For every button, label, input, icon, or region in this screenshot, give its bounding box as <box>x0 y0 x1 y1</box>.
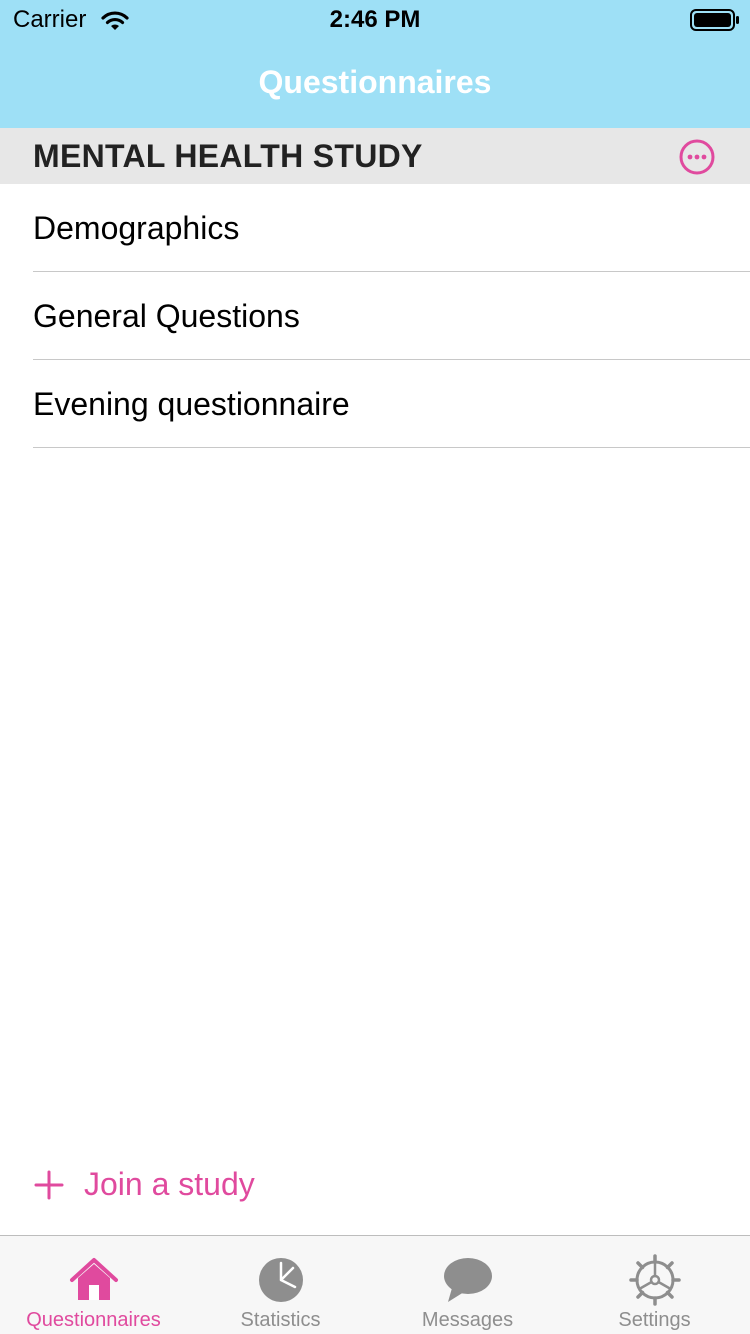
navigation-bar: Questionnaires <box>0 40 750 128</box>
status-bar: Carrier 2:46 PM <box>0 0 750 40</box>
more-options-button[interactable] <box>678 138 716 176</box>
tab-messages[interactable]: Messages <box>374 1236 561 1334</box>
questionnaire-item-demographics[interactable]: Demographics <box>0 184 750 272</box>
tab-statistics[interactable]: Statistics <box>187 1236 374 1334</box>
study-section-header: MENTAL HEALTH STUDY <box>0 128 750 184</box>
join-study-button[interactable]: Join a study <box>30 1160 290 1208</box>
divider <box>33 447 750 448</box>
tab-label: Messages <box>421 1309 514 1331</box>
questionnaire-label: Evening questionnaire <box>33 386 350 422</box>
tab-settings[interactable]: Settings <box>561 1236 748 1334</box>
questionnaire-label: General Questions <box>33 298 300 334</box>
battery-icon <box>690 9 739 31</box>
join-study-label: Join a study <box>84 1166 255 1202</box>
tab-bar: Questionnaires Statistics Messages Setti… <box>0 1235 750 1334</box>
tab-label: Statistics <box>240 1309 321 1331</box>
study-title: MENTAL HEALTH STUDY <box>33 138 423 174</box>
tab-label: Settings <box>618 1309 691 1331</box>
tab-label: Questionnaires <box>26 1309 161 1331</box>
pie-chart-icon <box>258 1258 303 1302</box>
questionnaire-item-evening-questionnaire[interactable]: Evening questionnaire <box>0 360 750 448</box>
speech-bubble-icon <box>443 1258 492 1302</box>
house-icon <box>69 1258 118 1300</box>
questionnaire-item-general-questions[interactable]: General Questions <box>0 272 750 360</box>
questionnaire-label: Demographics <box>33 210 240 246</box>
page-title: Questionnaires <box>258 64 492 100</box>
tab-questionnaires[interactable]: Questionnaires <box>0 1236 187 1334</box>
plus-icon <box>34 1170 64 1200</box>
clock: 2:46 PM <box>329 6 421 33</box>
questionnaire-list: Demographics General Questions Evening q… <box>0 184 750 448</box>
gear-icon <box>628 1254 681 1306</box>
